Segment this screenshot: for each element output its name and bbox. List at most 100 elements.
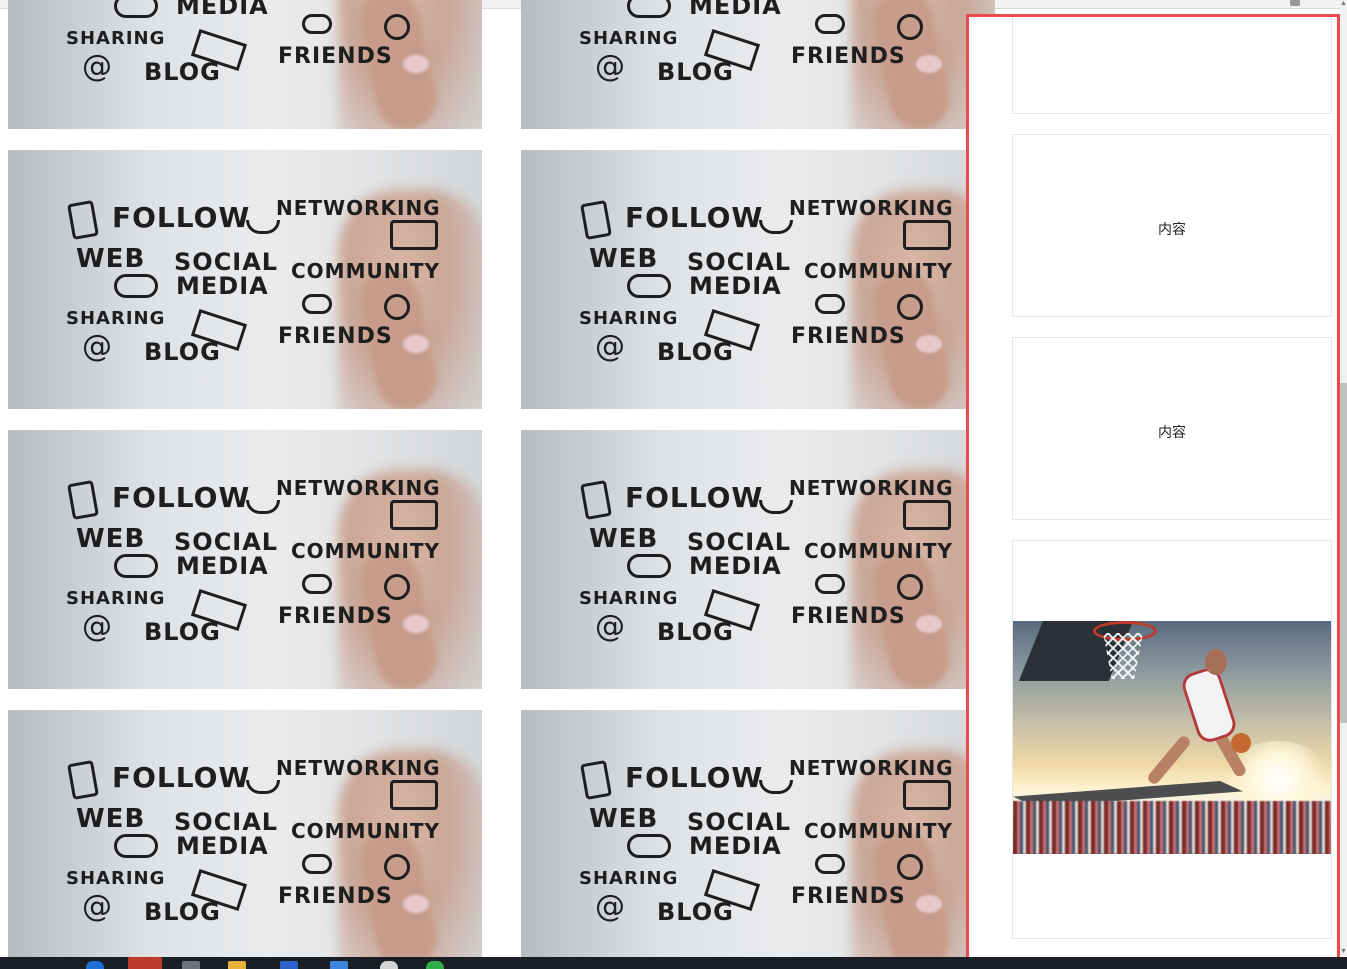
player-head [1205, 649, 1227, 675]
coffee-cup-icon [246, 500, 280, 514]
doodle-friends: FRIENDS [278, 44, 393, 69]
gallery-image[interactable]: FOLLOW NETWORKING WEB SOCIAL MEDIA COMMU… [521, 710, 995, 969]
content-card[interactable]: 内容 [1012, 337, 1332, 520]
gallery-image[interactable]: FOLLOW NETWORKING WEB SOCIAL MEDIA COMMU… [521, 0, 995, 129]
content-card[interactable]: 内容 [1012, 134, 1332, 317]
app-icon[interactable] [182, 961, 200, 969]
gallery-image[interactable]: FOLLOW NETWORKING WEB SOCIAL MEDIA COMMU… [521, 150, 995, 409]
scroll-thumb[interactable] [1340, 383, 1347, 723]
gallery-image[interactable]: FOLLOW NETWORKING WEB SOCIAL MEDIA COMMU… [8, 150, 482, 409]
doodle-media: MEDIA [689, 272, 782, 300]
doodle-sharing: SHARING [579, 308, 679, 329]
taskbar [0, 957, 1347, 969]
camera-icon [903, 780, 951, 810]
doodle-media: MEDIA [176, 832, 269, 860]
tablet-icon [67, 200, 99, 240]
play-icon [627, 554, 671, 578]
user-icon [897, 294, 923, 320]
doodle-blog: BLOG [144, 618, 221, 646]
coffee-cup-icon [759, 220, 793, 234]
doodle-friends: FRIENDS [791, 604, 906, 629]
play-icon [627, 834, 671, 858]
camera-icon [390, 220, 438, 250]
doodle-sharing: SHARING [579, 588, 679, 609]
app-icon[interactable] [330, 961, 348, 969]
chat-icon [302, 294, 332, 314]
doodle-networking: NETWORKING [276, 476, 441, 500]
doodle-web: WEB [76, 244, 146, 274]
doodle-media: MEDIA [176, 552, 269, 580]
card-label: 内容 [1013, 17, 1331, 18]
start-icon[interactable] [86, 961, 104, 969]
nail-shape [916, 895, 942, 913]
chat-icon [815, 854, 845, 874]
doodle-web: WEB [589, 524, 659, 554]
camera-icon [390, 500, 438, 530]
play-icon [114, 0, 158, 18]
bookmark-icon[interactable] [1290, 0, 1300, 6]
doodle-follow: FOLLOW [625, 201, 764, 234]
nail-shape [403, 615, 429, 633]
doodle-web: WEB [76, 804, 146, 834]
coffee-cup-icon [759, 500, 793, 514]
user-icon [897, 14, 923, 40]
doodle-community: COMMUNITY [291, 539, 441, 563]
camera-icon [903, 500, 951, 530]
doodle-blog: BLOG [144, 338, 221, 366]
doodle-media: MEDIA [689, 552, 782, 580]
doodle-at: @ [595, 329, 626, 364]
user-icon [384, 14, 410, 40]
gallery-image[interactable]: FOLLOW NETWORKING WEB SOCIAL MEDIA COMMU… [8, 0, 482, 129]
basketball-dunk-photo [1013, 621, 1331, 854]
browser-icon[interactable] [128, 957, 162, 969]
word-icon[interactable] [280, 961, 298, 969]
scroll-up-icon[interactable]: ▲ [1340, 0, 1347, 8]
gallery-image[interactable]: FOLLOW NETWORKING WEB SOCIAL MEDIA COMMU… [8, 710, 482, 969]
user-icon [897, 854, 923, 880]
doodle-media: MEDIA [689, 832, 782, 860]
doodle-social: SOCIAL [687, 248, 792, 276]
coffee-cup-icon [759, 780, 793, 794]
image-card[interactable] [1012, 540, 1332, 939]
doodle-follow: FOLLOW [112, 761, 251, 794]
doodle-sharing: SHARING [66, 308, 166, 329]
user-icon [384, 854, 410, 880]
doodle-at: @ [82, 49, 113, 84]
basketball [1231, 733, 1251, 753]
doodle-web: WEB [589, 804, 659, 834]
doodle-sharing: SHARING [66, 588, 166, 609]
doodle-follow: FOLLOW [112, 201, 251, 234]
doodle-networking: NETWORKING [789, 196, 954, 220]
scroll-down-icon[interactable]: ▼ [1340, 948, 1347, 956]
doodle-blog: BLOG [657, 618, 734, 646]
app-icon[interactable] [380, 961, 398, 969]
doodle-friends: FRIENDS [278, 884, 393, 909]
doodle-blog: BLOG [144, 58, 221, 86]
content-card[interactable]: 内容 [1012, 17, 1332, 114]
coffee-cup-icon [246, 780, 280, 794]
doodle-friends: FRIENDS [791, 324, 906, 349]
chat-icon [815, 294, 845, 314]
folder-icon[interactable] [228, 961, 246, 969]
gallery-image[interactable]: FOLLOW NETWORKING WEB SOCIAL MEDIA COMMU… [8, 430, 482, 689]
doodle-web: WEB [589, 244, 659, 274]
sidebar-panel: 内容 内容 内容 [966, 14, 1340, 963]
doodle-social: SOCIAL [687, 808, 792, 836]
chat-icon [302, 854, 332, 874]
doodle-community: COMMUNITY [291, 819, 441, 843]
doodle-community: COMMUNITY [291, 0, 440, 1]
gallery-image[interactable]: FOLLOW NETWORKING WEB SOCIAL MEDIA COMMU… [521, 430, 995, 689]
doodle-blog: BLOG [657, 58, 734, 86]
doodle-social: SOCIAL [687, 528, 792, 556]
doodle-friends: FRIENDS [278, 324, 393, 349]
doodle-follow: FOLLOW [625, 761, 764, 794]
nail-shape [916, 615, 942, 633]
page-scrollbar[interactable]: ▲ ▼ [1340, 0, 1347, 956]
doodle-media: MEDIA [689, 0, 782, 20]
app-icon[interactable] [426, 961, 444, 969]
doodle-community: COMMUNITY [804, 0, 953, 1]
nail-shape [403, 335, 429, 353]
nail-shape [916, 335, 942, 353]
chat-icon [815, 574, 845, 594]
play-icon [114, 834, 158, 858]
